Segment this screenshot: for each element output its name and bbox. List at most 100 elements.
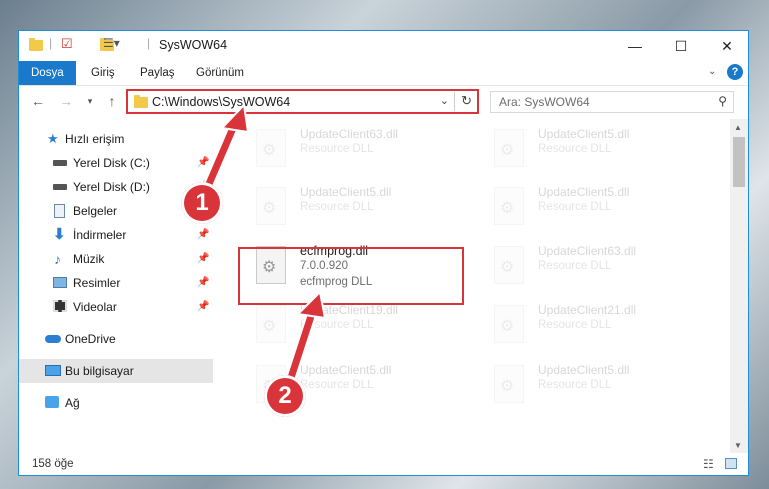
file-name: UpdateClient5.dll	[538, 127, 630, 141]
sidebar-item-label: Resimler	[73, 276, 121, 290]
properties-icon[interactable]: ☑	[61, 36, 73, 52]
sidebar-item-label: Hızlı erişim	[65, 132, 125, 146]
sidebar-item-label: İndirmeler	[73, 228, 127, 242]
separator-icon: |	[49, 36, 53, 50]
minimize-button[interactable]: —	[612, 31, 658, 61]
file-type: Resource DLL	[300, 143, 374, 155]
file-name: UpdateClient21.dll	[538, 303, 637, 317]
file-item[interactable]: UpdateClient5.dll Resource DLL	[488, 183, 708, 233]
file-name: UpdateClient5.dll	[538, 363, 630, 377]
file-type: Resource DLL	[538, 379, 612, 391]
sidebar-item-label: Yerel Disk (C:)	[73, 156, 150, 170]
drive-icon	[53, 160, 67, 166]
forward-icon[interactable]: →	[57, 92, 75, 110]
sidebar-item-onedrive[interactable]: OneDrive	[19, 327, 213, 351]
help-icon[interactable]: ?	[727, 64, 743, 80]
refresh-icon[interactable]: ↻	[461, 93, 472, 109]
pin-icon[interactable]: 📌	[197, 271, 209, 295]
details-view-icon[interactable]: ☷	[703, 457, 714, 471]
file-name: UpdateClient5.dll	[300, 185, 392, 199]
file-type: Resource DLL	[300, 379, 374, 391]
status-bar: 158 öğe ☷	[19, 454, 748, 475]
vertical-scrollbar[interactable]: ▲ ▼	[730, 119, 748, 453]
window-title: SysWOW64	[159, 38, 228, 52]
item-count: 158 öğe	[32, 458, 74, 470]
close-button[interactable]: ✕	[704, 31, 748, 61]
computer-icon	[45, 365, 61, 376]
sidebar-item-network[interactable]: Ağ	[19, 391, 213, 415]
file-name: UpdateClient63.dll	[300, 127, 399, 141]
address-path[interactable]: C:\Windows\SysWOW64	[152, 95, 290, 109]
dll-file-icon	[494, 187, 524, 225]
large-icons-view-icon[interactable]	[725, 458, 737, 469]
drive-icon	[53, 184, 67, 190]
dll-file-icon	[494, 305, 524, 343]
title-bar: | ☑ ☰▾ | SysWOW64 — ☐ ✕	[19, 31, 748, 61]
expand-ribbon-icon[interactable]: ⌄	[708, 66, 716, 77]
maximize-button[interactable]: ☐	[658, 31, 704, 61]
chevron-down-icon[interactable]: ⌄	[440, 94, 449, 107]
sidebar-item-videos[interactable]: Videolar 📌	[19, 295, 213, 319]
address-bar[interactable]: C:\Windows\SysWOW64 ⌄ ↻	[126, 89, 479, 114]
sidebar-item-drive-c[interactable]: Yerel Disk (C:) 📌	[19, 151, 213, 175]
file-name: UpdateClient19.dll	[300, 303, 399, 317]
folder-icon	[29, 38, 43, 51]
tab-share[interactable]: Paylaş	[140, 61, 175, 85]
search-icon[interactable]: ⚲	[718, 94, 727, 108]
file-item[interactable]: UpdateClient5.dll Resource DLL	[250, 183, 470, 233]
dll-file-icon	[256, 305, 286, 343]
tab-home[interactable]: Giriş	[91, 61, 115, 85]
separator-icon: |	[147, 36, 151, 50]
file-type: Resource DLL	[538, 260, 612, 272]
network-icon	[45, 396, 59, 408]
tab-file[interactable]: Dosya	[19, 61, 76, 85]
search-placeholder: Ara: SysWOW64	[499, 95, 590, 109]
step-badge-2: 2	[264, 375, 306, 417]
sidebar-item-label: Bu bilgisayar	[65, 364, 134, 378]
explorer-window: | ☑ ☰▾ | SysWOW64 — ☐ ✕ Dosya Giriş Payl…	[18, 30, 749, 476]
scroll-down-icon[interactable]: ▼	[734, 441, 742, 450]
file-item[interactable]: UpdateClient63.dll Resource DLL	[250, 125, 470, 175]
navigation-bar: ← → ▾ ↑ C:\Windows\SysWOW64 ⌄ ↻ Ara: Sys…	[19, 86, 748, 118]
sidebar-item-this-pc[interactable]: Bu bilgisayar	[19, 359, 213, 383]
file-name: UpdateClient5.dll	[300, 363, 392, 377]
file-type: Resource DLL	[300, 319, 374, 331]
pin-icon[interactable]: 📌	[197, 151, 209, 175]
download-icon: ⬇	[53, 226, 66, 243]
sidebar-item-label: Videolar	[73, 300, 117, 314]
folder-icon	[134, 95, 148, 108]
pin-icon[interactable]: 📌	[197, 247, 209, 271]
documents-icon	[54, 204, 65, 218]
ribbon-tabs: Dosya Giriş Paylaş Görünüm ⌄ ?	[19, 61, 748, 86]
search-input[interactable]: Ara: SysWOW64 ⚲	[490, 91, 734, 113]
customize-qat-icon[interactable]: ☰▾	[103, 36, 120, 52]
sidebar-item-pictures[interactable]: Resimler 📌	[19, 271, 213, 295]
back-icon[interactable]: ←	[29, 92, 47, 110]
file-item[interactable]: UpdateClient21.dll Resource DLL	[488, 301, 708, 351]
file-item[interactable]: UpdateClient19.dll Resource DLL	[250, 301, 470, 351]
dll-file-icon	[256, 129, 286, 167]
scroll-thumb[interactable]	[733, 137, 745, 187]
file-item[interactable]: UpdateClient5.dll Resource DLL	[488, 361, 708, 411]
navigation-pane: ★ Hızlı erişim Yerel Disk (C:) 📌 Yerel D…	[19, 119, 213, 453]
sidebar-item-label: Müzik	[73, 252, 105, 266]
sidebar-item-label: Ağ	[65, 396, 80, 410]
sidebar-item-quick-access[interactable]: ★ Hızlı erişim	[19, 127, 213, 151]
scroll-up-icon[interactable]: ▲	[734, 123, 742, 132]
tab-view[interactable]: Görünüm	[196, 61, 244, 85]
pin-icon[interactable]: 📌	[197, 295, 209, 319]
highlight-box-file	[238, 247, 464, 305]
file-name: UpdateClient63.dll	[538, 244, 637, 258]
sidebar-item-downloads[interactable]: ⬇ İndirmeler 📌	[19, 223, 213, 247]
up-icon[interactable]: ↑	[103, 92, 121, 110]
recent-locations-icon[interactable]: ▾	[81, 92, 99, 110]
pictures-icon	[53, 277, 67, 288]
file-item[interactable]: UpdateClient5.dll Resource DLL	[488, 125, 708, 175]
dll-file-icon	[494, 365, 524, 403]
file-type: Resource DLL	[538, 319, 612, 331]
pin-icon[interactable]: 📌	[197, 223, 209, 247]
sidebar-item-music[interactable]: ♪ Müzik 📌	[19, 247, 213, 271]
file-type: Resource DLL	[300, 201, 374, 213]
step-badge-1: 1	[181, 182, 223, 224]
file-item[interactable]: UpdateClient63.dll Resource DLL	[488, 242, 708, 292]
